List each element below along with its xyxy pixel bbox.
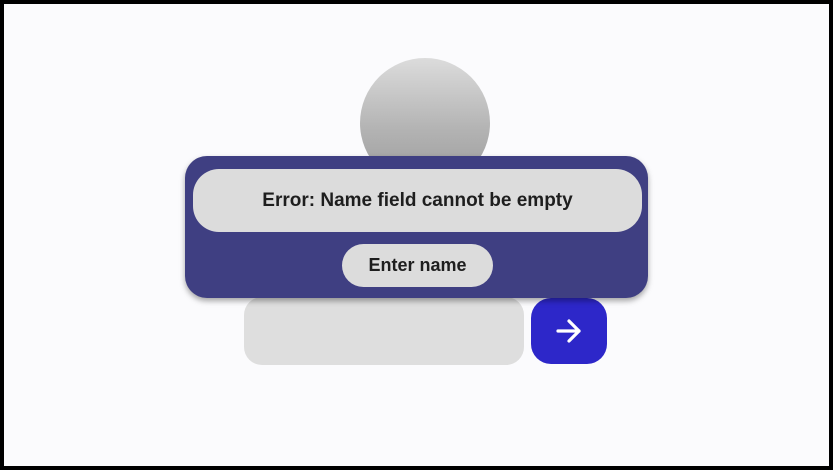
app-frame: Error: Name field cannot be empty Enter …	[0, 0, 833, 470]
error-message: Error: Name field cannot be empty	[193, 169, 642, 232]
arrow-right-icon	[556, 319, 581, 343]
name-input[interactable]	[244, 297, 524, 365]
submit-button[interactable]	[531, 298, 607, 364]
error-dialog: Error: Name field cannot be empty Enter …	[185, 156, 648, 298]
enter-name-button[interactable]: Enter name	[342, 244, 493, 287]
